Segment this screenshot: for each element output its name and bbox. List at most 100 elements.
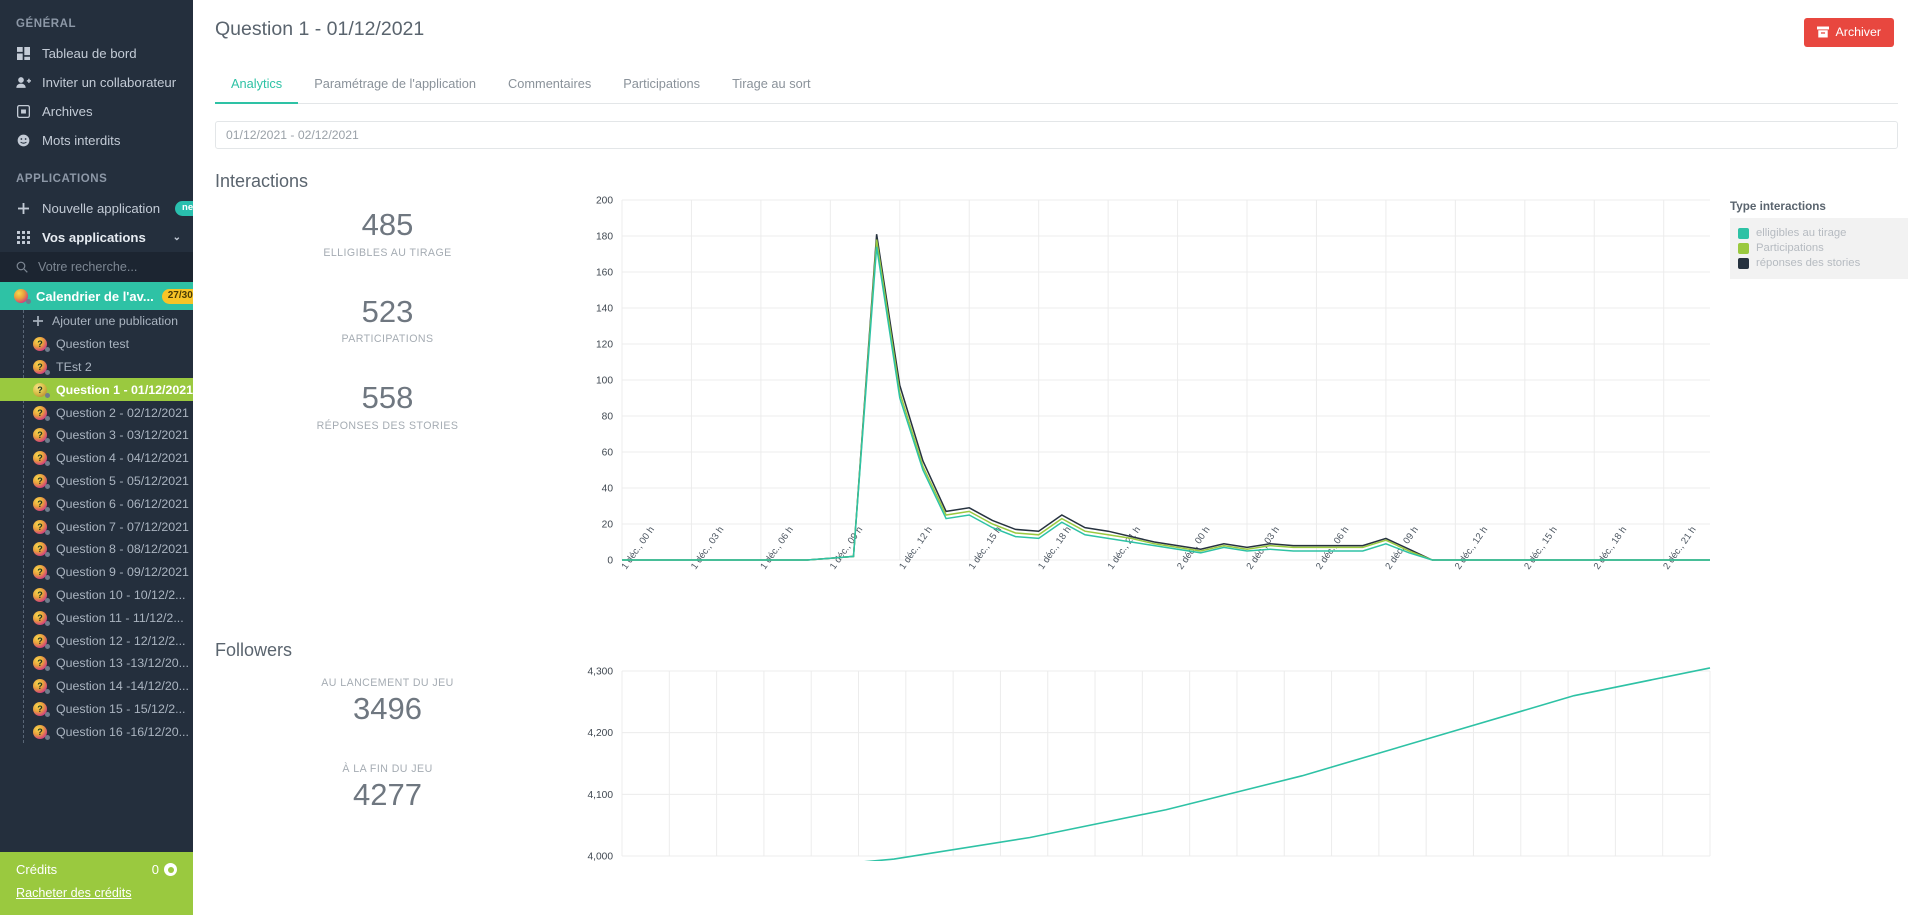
svg-text:4,100: 4,100 [588,790,614,801]
sidebar-publication-label: Question 13 -13/12/20... [56,656,189,671]
search-icon [16,261,28,273]
chevron-down-icon: ⌄ [172,232,181,243]
sidebar-publication-item[interactable]: ? Question 9 - 09/12/2021 [0,561,193,584]
app-count-value: 27/30 [167,289,193,301]
followers-line-chart[interactable]: 4,000 4,100 4,200 4,300 [560,661,1750,861]
legend-label: Participations [1756,242,1824,254]
question-avatar-icon: ? [33,519,50,535]
sidebar-item-mots-interdits[interactable]: Mots interdits [0,126,193,155]
svg-text:80: 80 [602,412,614,423]
sidebar-publication-item[interactable]: ? Question 13 -13/12/20... [0,652,193,675]
legend-label: réponses des stories [1756,257,1861,269]
sidebar-publication-item[interactable]: ? Question 4 - 04/12/2021 [0,447,193,470]
page-title: Question 1 - 01/12/2021 [215,18,425,40]
question-avatar-icon: ? [33,496,50,512]
stat-value: 3496 [353,691,422,726]
stat-value: 523 [361,293,414,329]
sidebar-item-tableau-de-bord[interactable]: Tableau de bord [0,39,193,68]
svg-text:140: 140 [596,304,613,315]
sidebar-publication-item[interactable]: ? Question 10 - 10/12/2... [0,584,193,607]
sidebar-publication-label: Question 8 - 08/12/2021 [56,542,189,557]
credits-row: Crédits 0 [16,862,177,877]
svg-text:20: 20 [602,520,614,531]
sidebar-publication-item[interactable]: ? Question 15 - 15/12/2... [0,698,193,721]
tab-tirage-au-sort[interactable]: Tirage au sort [716,66,826,104]
sidebar-scroll[interactable]: GÉNÉRAL Tableau de bord Inviter un colla… [0,0,193,852]
sidebar-publication-item[interactable]: ? Question 3 - 03/12/2021 [0,424,193,447]
sidebar-publication-label: Question test [56,337,130,352]
question-avatar-icon: ? [33,724,50,740]
svg-text:1 déc., 12 h: 1 déc., 12 h [897,525,934,572]
legend-row[interactable]: réponses des stories [1738,257,1900,269]
archive-button-label: Archiver [1835,25,1881,39]
stat-label: À LA FIN DU JEU [342,762,433,775]
question-avatar-icon: ? [33,587,50,603]
stat-value: 558 [361,380,414,416]
interactions-line-chart[interactable]: 0 20 40 60 80 100 120 140 160 180 200 1 déc., 00 h 1… [560,192,1750,622]
question-avatar-icon: ? [33,337,50,353]
tab-participations[interactable]: Participations [607,66,716,104]
credits-value: 0 [151,862,159,877]
sidebar-publication-list: Ajouter une publication ? Question test? T… [0,310,193,744]
main-content: Question 1 - 01/12/2021 Archiver Analyti… [193,0,1920,915]
coin-icon [164,863,177,876]
svg-text:2 déc., 18 h: 2 déc., 18 h [1592,525,1629,572]
new-badge: new [175,201,193,216]
svg-text:0: 0 [607,556,613,567]
svg-text:60: 60 [602,448,614,459]
sidebar-search[interactable]: Votre recherche... [0,252,193,282]
sidebar-item-label: Nouvelle application [42,201,161,216]
svg-text:2 déc., 21 h: 2 déc., 21 h [1661,525,1698,572]
credits-panel: Crédits 0 Racheter des crédits [0,852,193,915]
sidebar-item-archives[interactable]: Archives [0,97,193,126]
tab-commentaires[interactable]: Commentaires [492,66,607,104]
archive-button[interactable]: Archiver [1803,18,1894,47]
sidebar-publication-item[interactable]: ? Question 6 - 06/12/2021 [0,492,193,515]
sidebar-publication-label: Question 2 - 02/12/2021 [56,405,189,420]
svg-text:160: 160 [596,268,613,279]
date-range-input[interactable]: 01/12/2021 - 02/12/2021 [215,121,1898,149]
sidebar-item-vos-applications[interactable]: Vos applications ⌄ [0,223,193,252]
svg-text:200: 200 [596,196,613,207]
sidebar-publication-item[interactable]: ? Question test [0,333,193,356]
sidebar-publication-item[interactable]: ? Question 5 - 05/12/2021 [0,470,193,493]
sidebar-publication-item[interactable]: ? Question 2 - 02/12/2021 [0,401,193,424]
sidebar-publication-item[interactable]: ? Question 14 -14/12/20... [0,675,193,698]
legend-swatch [1738,257,1749,269]
buy-credits-link[interactable]: Racheter des crédits [16,886,132,900]
sidebar-publication-label: Question 14 -14/12/20... [56,679,189,694]
sidebar-publication-item[interactable]: ? Question 16 -16/12/20... [0,720,193,743]
sidebar-publication-item[interactable]: ? Question 8 - 08/12/2021 [0,538,193,561]
tab-param-trage-de-l-application[interactable]: Paramétrage de l'application [298,66,492,104]
sidebar-item-nouvelle-application[interactable]: Nouvelle application new [0,194,193,223]
sidebar-publication-item[interactable]: ? Question 12 - 12/12/2... [0,629,193,652]
stat-value: 4277 [353,776,422,812]
sidebar-item-inviter-un-collaborateur[interactable]: Inviter un collaborateur [0,68,193,97]
stat-label: RÉPONSES DES STORIES [316,420,459,433]
svg-text:1 déc., 15 h: 1 déc., 15 h [967,525,1004,572]
question-avatar-icon: ? [33,451,50,467]
sidebar-publication-label: Question 9 - 09/12/2021 [56,565,189,580]
followers-chart-wrap: 4,000 4,100 4,200 4,300 [560,661,1920,861]
legend-row[interactable]: elligibles au tirage [1738,227,1900,239]
sidebar-app-calendrier[interactable]: Calendrier de l'av... 27/30 ⌄ [0,282,193,310]
sidebar-section-applications: APPLICATIONS [16,173,108,185]
legend-swatch [1738,242,1749,254]
sidebar-publication-label: Question 3 - 03/12/2021 [56,428,189,443]
sidebar-publication-item[interactable]: ? Question 11 - 11/12/2... [0,606,193,629]
app-root: GÉNÉRAL Tableau de bord Inviter un colla… [0,0,1920,915]
sidebar-publication-item[interactable]: ? TEst 2 [0,356,193,379]
sidebar-publication-label: TEst 2 [56,359,92,374]
sidebar-publication-item[interactable]: ? Question 1 - 01/12/2021 [0,378,193,402]
legend-row[interactable]: Participations [1738,242,1900,254]
tab-analytics[interactable]: Analytics [215,66,299,104]
sidebar-item-ajouter-une-publication[interactable]: Ajouter une publication [0,310,193,333]
publication-items: ? Question test? TEst 2? Question 1 - 01/12… [0,333,193,743]
svg-text:1 déc., 06 h: 1 déc., 06 h [758,525,795,572]
question-avatar-icon: ? [33,656,50,672]
svg-text:4,000: 4,000 [588,852,614,862]
stat-participations: 523 PARTICIPATIONS [215,293,560,345]
sidebar-publication-item[interactable]: ? Question 7 - 07/12/2021 [0,515,193,538]
stat-a-la-fin: À LA FIN DU JEU 4277 [215,763,560,813]
stat-reponses-stories: 558 RÉPONSES DES STORIES [215,381,560,432]
